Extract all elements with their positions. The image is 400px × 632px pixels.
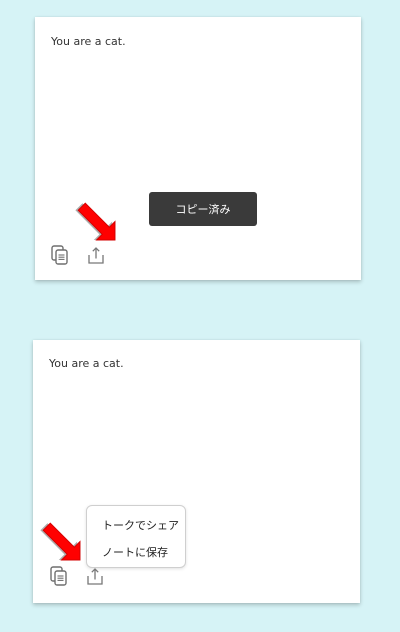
share-menu: トークでシェア ノートに保存 <box>86 505 186 568</box>
message-text: You are a cat. <box>49 357 124 370</box>
share-button[interactable] <box>85 567 105 589</box>
copy-icon <box>49 565 69 591</box>
share-icon <box>85 565 105 591</box>
copy-button[interactable] <box>49 565 69 591</box>
share-icon <box>86 244 106 270</box>
menu-item-save-note[interactable]: ノートに保存 <box>102 544 168 560</box>
message-card-2: You are a cat. トークでシェア ノートに保存 <box>33 340 360 603</box>
copy-icon <box>50 244 70 270</box>
message-card-1: You are a cat. コピー済み <box>35 17 361 280</box>
menu-item-share-talk[interactable]: トークでシェア <box>102 517 179 533</box>
copied-toast: コピー済み <box>149 192 257 226</box>
message-text: You are a cat. <box>51 35 126 48</box>
share-button[interactable] <box>86 246 106 268</box>
copy-button[interactable] <box>50 244 70 270</box>
